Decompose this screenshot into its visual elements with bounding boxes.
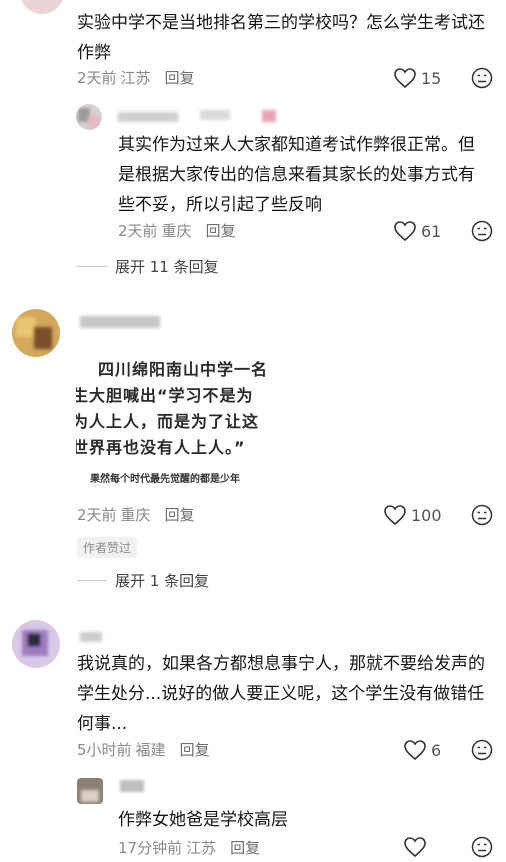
like-button[interactable]: 15	[393, 67, 441, 89]
comment-text: 其实作为过来人大家都知道考试作弊很正常。但 是根据大家传出的信息来看其家长的处事…	[118, 135, 475, 215]
comment-meta: 2天前 江苏 回复	[77, 68, 195, 88]
expand-replies-button[interactable]: 展开 1 条回复	[77, 570, 209, 591]
image-text-line: 为人上人，而是为了让这	[76, 412, 260, 431]
like-count: 61	[421, 221, 442, 241]
comment-time: 17分钟前	[118, 839, 183, 857]
comment-image[interactable]: 四川绵阳南山中学一名 生大胆喊出“学习不是为 为人上人，而是为了让这 世界再也没…	[76, 342, 286, 492]
comment-meta: 17分钟前 江苏 回复	[118, 838, 260, 858]
dislike-button[interactable]	[471, 836, 493, 862]
username[interactable]	[120, 780, 144, 792]
heart-outline-icon	[404, 740, 426, 761]
heart-outline-icon	[404, 837, 426, 858]
comment-time: 5小时前	[77, 741, 132, 759]
reply-button[interactable]: 回复	[206, 222, 236, 240]
comment-text: 我说真的，如果各方都想息事宁人，那就不要给发声的 学生处分...说好的做人要正义…	[77, 654, 485, 734]
avatar[interactable]	[77, 778, 103, 804]
comment-meta: 5小时前 福建 回复	[77, 740, 210, 760]
avatar[interactable]	[12, 620, 60, 668]
dislike-button[interactable]	[471, 504, 493, 530]
image-text-line: 生大胆喊出“学习不是为	[76, 386, 254, 405]
username[interactable]	[80, 632, 102, 642]
expand-replies-button[interactable]: 展开 11 条回复	[77, 256, 219, 277]
comment-meta: 2天前 重庆 回复	[118, 221, 236, 241]
unhappy-face-icon	[471, 504, 493, 526]
heart-outline-icon	[384, 505, 406, 526]
reply-button[interactable]: 回复	[165, 506, 195, 524]
expand-replies-label: 展开 1 条回复	[115, 572, 210, 590]
comment-location: 江苏	[186, 839, 217, 857]
like-count: 6	[431, 740, 442, 760]
reply-button[interactable]: 回复	[180, 741, 210, 759]
unhappy-face-icon	[471, 67, 493, 89]
divider-line	[77, 580, 107, 581]
comment-time: 2天前	[118, 222, 158, 240]
like-count: 100	[411, 505, 442, 525]
dislike-button[interactable]	[471, 67, 493, 93]
heart-outline-icon	[394, 221, 416, 242]
heart-outline-icon	[394, 68, 416, 89]
username[interactable]	[80, 316, 160, 328]
username-badge	[262, 110, 276, 122]
avatar[interactable]	[20, 0, 64, 14]
username[interactable]	[118, 112, 178, 122]
comment-location: 重庆	[120, 506, 151, 524]
image-text-line: 四川绵阳南山中学一名	[98, 360, 269, 379]
comment-location: 重庆	[161, 222, 192, 240]
unhappy-face-icon	[471, 836, 493, 858]
like-button[interactable]: 61	[393, 220, 441, 242]
username-suffix	[200, 110, 230, 120]
like-button[interactable]: 6	[403, 739, 441, 761]
image-caption: 果然每个时代最先觉醒的都是少年	[90, 474, 240, 485]
dislike-button[interactable]	[471, 739, 493, 765]
unhappy-face-icon	[471, 739, 493, 761]
avatar[interactable]	[76, 104, 102, 130]
expand-replies-label: 展开 11 条回复	[115, 258, 219, 276]
comment-meta: 2天前 重庆 回复	[77, 505, 195, 525]
like-count: 15	[421, 68, 442, 88]
reply-button[interactable]: 回复	[165, 69, 195, 87]
image-text-line: 世界再也没有人上人。”	[76, 438, 246, 457]
avatar[interactable]	[12, 309, 60, 357]
comment-location: 江苏	[120, 69, 151, 87]
dislike-button[interactable]	[471, 220, 493, 246]
comment-text: 实验中学不是当地排名第三的学校吗？怎么学生考试还 作弊	[77, 13, 485, 63]
unhappy-face-icon	[471, 220, 493, 242]
comment-location: 福建	[135, 741, 166, 759]
like-button[interactable]	[403, 836, 431, 858]
author-liked-badge: 作者赞过	[77, 537, 138, 558]
divider-line	[77, 266, 107, 267]
comment-time: 2天前	[77, 506, 117, 524]
reply-button[interactable]: 回复	[230, 839, 260, 857]
comment-text: 作弊女她爸是学校高层	[118, 810, 288, 830]
like-button[interactable]: 100	[383, 504, 442, 526]
comment-time: 2天前	[77, 69, 117, 87]
